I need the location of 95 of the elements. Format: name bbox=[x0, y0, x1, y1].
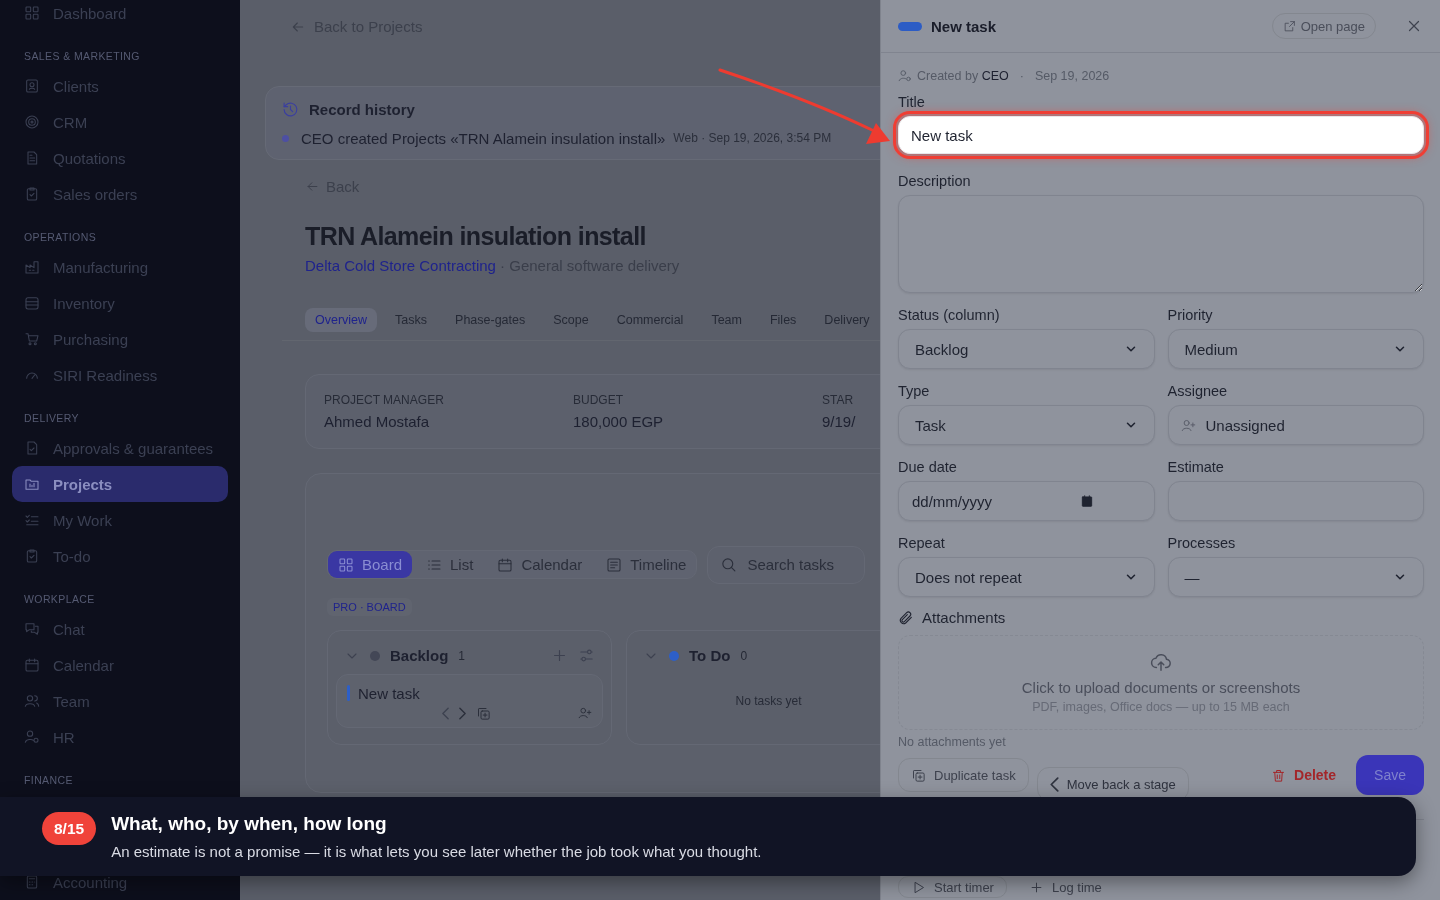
add-person-icon bbox=[578, 706, 592, 720]
task-title: New task bbox=[358, 684, 420, 702]
section-heading: OPERATIONS bbox=[23, 230, 98, 245]
dropdown[interactable]: Task bbox=[898, 405, 1155, 445]
dropdown[interactable]: Medium bbox=[1167, 329, 1424, 369]
copy-icon bbox=[476, 705, 491, 721]
field-value: 180,000 EGP bbox=[573, 412, 665, 430]
trash-icon bbox=[1271, 767, 1287, 783]
action-button[interactable]: Log time bbox=[1016, 876, 1114, 898]
separator-dot: · bbox=[1019, 69, 1024, 83]
calculator-icon bbox=[24, 874, 40, 890]
action-button[interactable]: Duplicate task bbox=[898, 758, 1029, 792]
field-value: 9/19/ bbox=[822, 412, 857, 430]
add-person-icon bbox=[1180, 417, 1196, 433]
field-label: Priority bbox=[1167, 307, 1214, 323]
field-label: Title bbox=[898, 94, 926, 110]
column-name: Backlog bbox=[390, 647, 449, 664]
add-icon bbox=[551, 647, 568, 664]
copy-icon bbox=[911, 767, 926, 783]
field-label: Processes bbox=[1167, 535, 1237, 551]
person-gear-icon bbox=[24, 729, 40, 745]
clipboard-icon bbox=[24, 186, 40, 202]
field-label: Estimate bbox=[1167, 459, 1225, 475]
priority-bar bbox=[347, 685, 350, 701]
grid-icon bbox=[24, 5, 40, 21]
field-label: Status (column) bbox=[898, 307, 1001, 323]
empty-message: No attachments yet bbox=[898, 735, 1007, 749]
checklist-icon bbox=[24, 512, 40, 528]
cart-icon bbox=[24, 331, 40, 347]
plus-icon bbox=[1028, 879, 1044, 895]
task-card[interactable]: New task bbox=[336, 673, 603, 728]
column-name: To Do bbox=[689, 647, 731, 664]
action-button[interactable]: Save bbox=[1356, 755, 1424, 795]
task-color-pill bbox=[898, 21, 922, 31]
bullet-dot bbox=[282, 134, 289, 142]
board-tag: PRO · BOARD bbox=[327, 597, 412, 616]
cloud-upload-icon bbox=[1150, 651, 1172, 673]
view-tab[interactable]: Board bbox=[328, 551, 413, 578]
open-page-button[interactable]: Open page bbox=[1271, 13, 1376, 39]
action-button[interactable]: Delete bbox=[1259, 758, 1349, 792]
client-link[interactable]: Delta Cold Store Contracting bbox=[305, 256, 496, 274]
field-label: Description bbox=[898, 173, 972, 189]
created-by: Created by CEO bbox=[917, 69, 1009, 83]
step-counter: 8/15 bbox=[42, 812, 97, 845]
section-heading: SALES & MARKETING bbox=[23, 49, 141, 64]
panel-title: New task bbox=[931, 17, 998, 35]
chevron-right-icon bbox=[459, 706, 466, 720]
sliders-icon bbox=[578, 647, 595, 664]
people-icon bbox=[24, 693, 40, 709]
tour-text: An estimate is not a promise — it is what lets you see later whether the job took what you thought. bbox=[111, 843, 762, 860]
document-check-icon bbox=[24, 440, 40, 456]
target-icon bbox=[24, 114, 40, 130]
sidebar-item[interactable]: Projects bbox=[12, 466, 228, 502]
tab[interactable]: Overview bbox=[305, 307, 378, 332]
section-heading: DELIVERY bbox=[23, 411, 80, 426]
dropdown[interactable]: Backlog bbox=[898, 329, 1155, 369]
document-icon bbox=[24, 150, 40, 166]
field-label: Due date bbox=[898, 459, 958, 475]
id-card-icon bbox=[24, 78, 40, 94]
calendar-icon bbox=[497, 556, 514, 573]
folder-icon bbox=[24, 476, 40, 492]
factory-icon bbox=[24, 259, 40, 275]
section-label: Attachments bbox=[922, 609, 1006, 626]
created-date: Sep 19, 2026 bbox=[1034, 69, 1110, 83]
date-field[interactable]: dd/mm/yyyy bbox=[898, 481, 1155, 521]
chevron-left-icon bbox=[1049, 776, 1059, 792]
search-icon bbox=[720, 556, 738, 573]
action-button[interactable]: Start timer bbox=[898, 876, 1007, 898]
person-gear-icon bbox=[898, 69, 912, 83]
section-heading: FINANCE bbox=[23, 773, 74, 788]
field-label: Repeat bbox=[898, 535, 946, 551]
field-label: Type bbox=[898, 383, 931, 399]
timeline-icon bbox=[606, 556, 623, 573]
dropdown[interactable]: — bbox=[1167, 557, 1424, 597]
archive-icon bbox=[24, 295, 40, 311]
clipboard-icon bbox=[24, 548, 40, 564]
project-title: TRN Alamein insulation install bbox=[305, 221, 647, 251]
tour-title: What, who, by when, how long bbox=[111, 813, 388, 835]
chevron-left-icon bbox=[442, 706, 449, 720]
history-entry: CEO created Projects «TRN Alamein insulation install» bbox=[301, 129, 666, 147]
section-heading: WORKPLACE bbox=[23, 592, 96, 607]
calendar-icon bbox=[1080, 494, 1094, 508]
history-icon bbox=[282, 100, 299, 118]
field-label: Assignee bbox=[1167, 383, 1229, 399]
card-title: Record history bbox=[309, 100, 415, 118]
dropdown[interactable]: Does not repeat bbox=[898, 557, 1155, 597]
calendar-icon bbox=[24, 657, 40, 673]
field-value: Ahmed Mostafa bbox=[324, 412, 431, 430]
upload-text: Click to upload documents or screenshots bbox=[1021, 679, 1301, 696]
paperclip-icon bbox=[898, 609, 914, 626]
assignee-picker[interactable]: Unassigned bbox=[1167, 405, 1424, 445]
text-area[interactable] bbox=[898, 195, 1424, 293]
chat-icon bbox=[24, 621, 40, 637]
grid-icon bbox=[338, 556, 354, 573]
external-link-icon bbox=[1282, 19, 1296, 33]
